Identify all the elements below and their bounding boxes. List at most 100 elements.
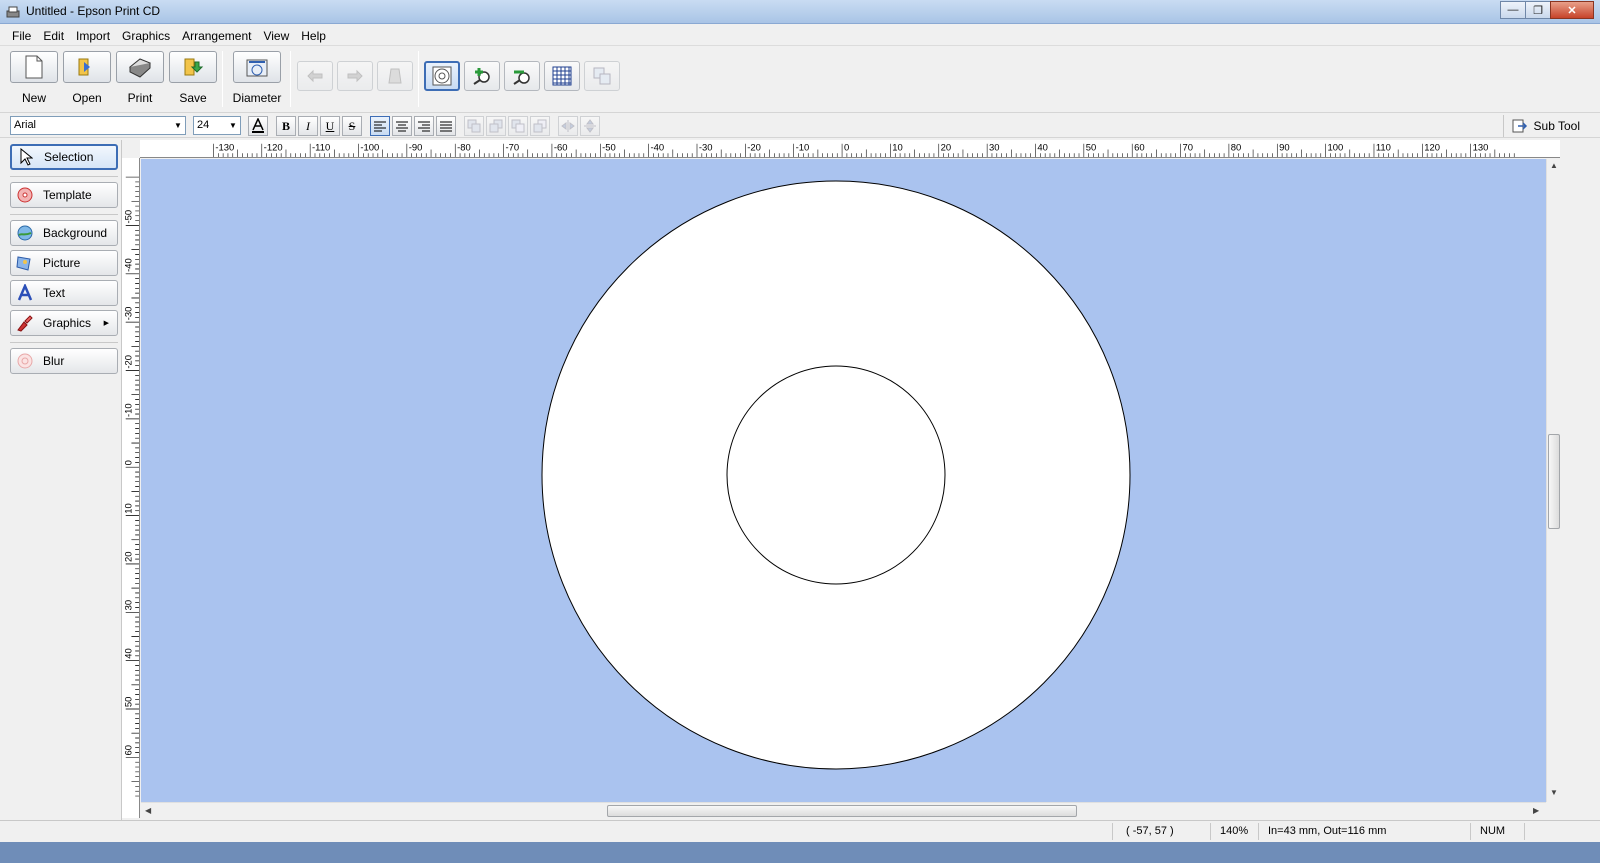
- diameter-icon: [246, 59, 268, 77]
- send-back-button[interactable]: [530, 116, 550, 136]
- new-button[interactable]: [10, 51, 58, 83]
- bold-button[interactable]: B: [276, 116, 296, 136]
- selection-label: Selection: [44, 150, 94, 164]
- template-icon: [17, 187, 33, 203]
- graphics-icon: [17, 315, 33, 332]
- grid-icon: [552, 66, 572, 86]
- flip-horizontal-button[interactable]: [558, 116, 578, 136]
- bring-forward-button[interactable]: [486, 116, 506, 136]
- new-document-icon: [25, 55, 43, 79]
- disc-view-icon: [432, 66, 452, 86]
- layer-button[interactable]: [584, 61, 620, 91]
- zoom-in-button[interactable]: [464, 61, 500, 91]
- horizontal-scrollbar[interactable]: ◀ ▶: [141, 802, 1546, 818]
- menu-file[interactable]: File: [6, 27, 37, 45]
- font-color-button[interactable]: [248, 116, 268, 136]
- design-canvas[interactable]: [141, 159, 1546, 802]
- selection-tool[interactable]: Selection: [10, 144, 118, 170]
- submenu-arrow-icon: ▶: [103, 320, 109, 327]
- blur-icon: [17, 353, 33, 369]
- blur-tool[interactable]: Blur: [10, 348, 118, 374]
- ruler-h-label: -30: [699, 142, 713, 153]
- scroll-up-icon[interactable]: ▲: [1550, 161, 1558, 170]
- grid-button[interactable]: [544, 61, 580, 91]
- flip-vertical-icon: [584, 119, 596, 133]
- align-left-button[interactable]: [370, 116, 390, 136]
- menu-edit[interactable]: Edit: [37, 27, 70, 45]
- align-right-button[interactable]: [414, 116, 434, 136]
- ruler-v-label: -20: [123, 355, 134, 369]
- chevron-down-icon: ▼: [229, 121, 237, 130]
- disc-inner-edge[interactable]: [726, 365, 946, 585]
- close-button[interactable]: ✕: [1550, 1, 1594, 19]
- open-label: Open: [72, 91, 102, 105]
- fit-view-button[interactable]: [424, 61, 460, 91]
- menu-view[interactable]: View: [257, 27, 295, 45]
- text-tool[interactable]: Text: [10, 280, 118, 306]
- print-button[interactable]: [116, 51, 164, 83]
- underline-button[interactable]: U: [320, 116, 340, 136]
- ruler-v-label: 60: [123, 745, 134, 756]
- vertical-scrollbar[interactable]: ▲ ▼: [1546, 159, 1560, 802]
- printer-icon: [129, 58, 151, 78]
- italic-button[interactable]: I: [298, 116, 318, 136]
- scroll-right-icon[interactable]: ▶: [1533, 806, 1539, 815]
- main-toolbar: New Open Print Save Diameter: [0, 47, 1600, 113]
- vertical-scroll-thumb[interactable]: [1548, 434, 1560, 529]
- align-center-button[interactable]: [392, 116, 412, 136]
- scroll-left-icon[interactable]: ◀: [145, 806, 151, 815]
- zoom-out-button[interactable]: [504, 61, 540, 91]
- ruler-v-label: -30: [123, 307, 134, 321]
- delete-button[interactable]: [377, 61, 413, 91]
- ruler-h-label: -10: [796, 142, 810, 153]
- menu-arrangement[interactable]: Arrangement: [176, 27, 257, 45]
- shadow-button[interactable]: S: [342, 116, 362, 136]
- menu-import[interactable]: Import: [70, 27, 116, 45]
- ruler-h-label: -130: [215, 142, 234, 153]
- menu-bar: File Edit Import Graphics Arrangement Vi…: [0, 26, 1600, 46]
- diameter-label: Diameter: [232, 91, 282, 105]
- font-name-select[interactable]: Arial ▼: [10, 116, 186, 135]
- scroll-down-icon[interactable]: ▼: [1550, 788, 1558, 797]
- sub-tool-button[interactable]: Sub Tool: [1502, 115, 1580, 137]
- minimize-button[interactable]: —: [1500, 1, 1526, 19]
- ruler-h-label: -120: [264, 142, 283, 153]
- save-button[interactable]: [169, 51, 217, 83]
- picture-tool[interactable]: Picture: [10, 250, 118, 276]
- font-color-icon: [252, 118, 264, 133]
- ruler-v-label: 50: [123, 697, 134, 708]
- chevron-down-icon: ▼: [174, 121, 182, 130]
- font-size-select[interactable]: 24 ▼: [193, 116, 241, 135]
- restore-icon: ❐: [1533, 4, 1543, 17]
- ruler-h-label: -20: [747, 142, 761, 153]
- send-backward-button[interactable]: [508, 116, 528, 136]
- align-right-icon: [418, 121, 430, 132]
- ruler-v-label: -40: [123, 258, 134, 272]
- flip-vertical-button[interactable]: [580, 116, 600, 136]
- background-label: Background: [43, 226, 108, 240]
- vertical-ruler: -50 -40 -30 -20 -10 0 10 20 30 40 50 60: [122, 158, 140, 818]
- diameter-button[interactable]: [233, 51, 281, 83]
- undo-button[interactable]: [297, 61, 333, 91]
- redo-button[interactable]: [337, 61, 373, 91]
- menu-help[interactable]: Help: [295, 27, 332, 45]
- tool-panel: Selection Template Background Picture Te…: [0, 140, 122, 840]
- horizontal-scroll-thumb[interactable]: [607, 805, 1077, 817]
- open-folder-icon: [78, 58, 90, 76]
- justify-button[interactable]: [436, 116, 456, 136]
- ruler-v-label: -10: [123, 403, 134, 417]
- menu-graphics[interactable]: Graphics: [116, 27, 176, 45]
- ruler-h-label: -90: [409, 142, 423, 153]
- save-label: Save: [179, 91, 207, 105]
- background-tool[interactable]: Background: [10, 220, 118, 246]
- bring-front-button[interactable]: [464, 116, 484, 136]
- maximize-button[interactable]: ❐: [1525, 1, 1551, 19]
- cursor-coordinates: ( -57, 57 ): [1126, 825, 1174, 837]
- align-center-icon: [396, 121, 408, 132]
- ruler-h-label: 0: [844, 142, 849, 153]
- save-icon: [184, 58, 204, 76]
- background-icon: [17, 225, 33, 241]
- graphics-tool[interactable]: Graphics ▶: [10, 310, 118, 336]
- open-button[interactable]: [63, 51, 111, 83]
- template-tool[interactable]: Template: [10, 182, 118, 208]
